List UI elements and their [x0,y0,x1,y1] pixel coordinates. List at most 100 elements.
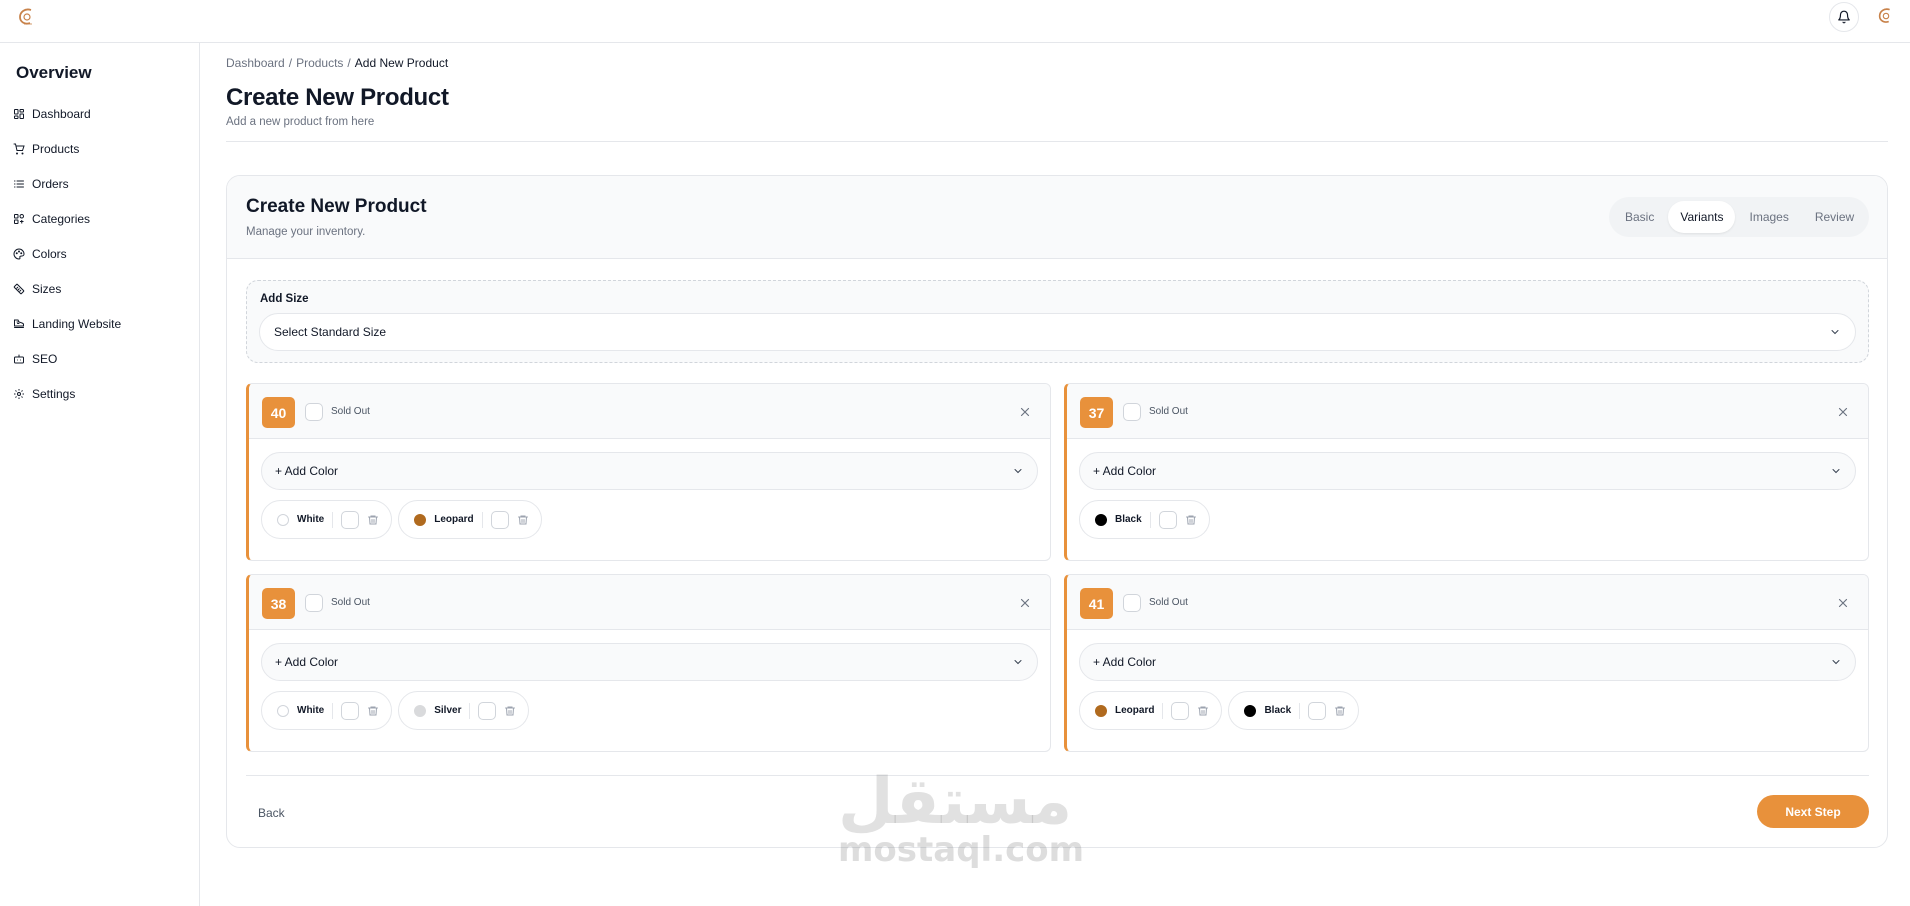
bell-icon [1838,10,1850,24]
sidebar-item-dashboard[interactable]: Dashboard [13,96,121,131]
standard-size-select[interactable]: Select Standard Size [259,313,1856,351]
color-chip-white: White [261,500,393,539]
list-icon [14,180,24,187]
trash-icon[interactable] [504,705,516,717]
page-subtitle: Add a new product from here [226,116,375,128]
step-tabs: Basic Variants Images Review [1609,197,1869,237]
notifications-button[interactable] [1829,2,1859,32]
color-swatch [277,704,289,717]
add-color-dropdown[interactable]: + Add Color [261,643,1038,681]
color-swatch [1095,704,1107,717]
size-badge: 41 [1080,588,1113,619]
close-icon[interactable] [1018,596,1032,610]
sold-out-checkbox[interactable] [1123,403,1141,421]
size-badge: 37 [1080,397,1113,428]
page-title: Create New Product [226,84,449,111]
add-color-dropdown[interactable]: + Add Color [1079,643,1856,681]
ruler-icon [13,283,25,294]
variant-header: 38 Sold Out [249,575,1050,630]
close-icon[interactable] [1836,596,1850,610]
sidebar-item-label: Colors [32,246,67,261]
color-swatch [1244,704,1257,717]
trash-icon[interactable] [1197,705,1209,717]
breadcrumb: Dashboard / Products / Add New Product [226,56,448,70]
back-button[interactable]: Back [258,806,285,820]
sidebar-item-orders[interactable]: Orders [13,166,121,201]
tab-variants[interactable]: Variants [1668,201,1736,233]
sidebar-item-categories[interactable]: Categories [13,201,121,236]
sold-out-checkbox[interactable] [1123,594,1141,612]
color-sold-out-checkbox[interactable] [1171,701,1190,720]
close-icon[interactable] [1836,405,1850,419]
breadcrumb-dashboard[interactable]: Dashboard [226,56,285,70]
gear-icon [14,388,24,399]
sold-out-label: Sold Out [1149,597,1188,608]
sidebar-item-label: Products [32,141,80,156]
next-step-button[interactable]: Next Step [1757,795,1869,828]
sidebar-item-label: Dashboard [32,106,91,121]
sidebar-item-colors[interactable]: Colors [13,236,121,271]
color-name: Black [1115,514,1142,525]
color-name: Leopard [1115,705,1155,716]
color-sold-out-checkbox[interactable] [341,701,360,720]
color-sold-out-checkbox[interactable] [1308,701,1327,720]
add-size-section: Add Size Select Standard Size [246,280,1869,363]
trash-icon[interactable] [517,514,529,526]
product-form-card: Create New Product Manage your inventory… [226,175,1888,848]
color-chip-white: White [261,691,393,730]
trash-icon[interactable] [367,514,379,526]
sidebar-item-seo[interactable]: SEO [13,341,121,376]
card-header: Create New Product Manage your inventory… [227,176,1887,259]
add-size-label: Add Size [260,293,309,305]
color-chip-leopard: Leopard [398,500,542,539]
sidebar-item-landing-website[interactable]: Landing Website [13,306,121,341]
sidebar-item-settings[interactable]: Settings [13,376,121,411]
palette-icon [13,247,25,260]
trash-icon[interactable] [367,705,379,717]
size-badge: 40 [262,397,295,428]
variant-card-size-41: 41 Sold Out + Add Color Leopard Black [1064,574,1869,752]
sidebar-item-label: Orders [32,176,69,191]
chip-divider [481,511,483,528]
tab-basic[interactable]: Basic [1613,201,1666,233]
sold-out-label: Sold Out [331,406,370,417]
sidebar-item-label: Landing Website [32,316,122,331]
variant-card-size-38: 38 Sold Out + Add Color White Silver [246,574,1051,752]
footer-divider [246,775,1869,776]
sold-out-checkbox[interactable] [305,594,323,612]
categories-icon [14,213,24,224]
size-badge: 38 [262,588,295,619]
tab-images[interactable]: Images [1737,201,1800,233]
color-chip-leopard: Leopard [1079,691,1223,730]
variant-header: 40 Sold Out [249,384,1050,439]
variant-card-size-37: 37 Sold Out + Add Color Black [1064,383,1869,561]
color-sold-out-checkbox[interactable] [341,510,360,529]
sold-out-label: Sold Out [331,597,370,608]
add-color-dropdown[interactable]: + Add Color [1079,452,1856,490]
brand-logo-icon[interactable] [16,6,38,28]
color-chips: White Leopard [261,500,542,539]
sidebar-item-products[interactable]: Products [13,131,121,166]
breadcrumb-products[interactable]: Products [296,56,343,70]
color-name: Silver [434,705,462,716]
chip-divider [1162,702,1164,719]
sidebar-item-sizes[interactable]: Sizes [13,271,121,306]
color-sold-out-checkbox[interactable] [490,510,509,529]
color-sold-out-checkbox[interactable] [1158,510,1177,529]
tab-review[interactable]: Review [1803,201,1866,233]
header-divider [226,141,1888,142]
avatar[interactable] [1876,6,1896,26]
color-name: Leopard [434,514,474,525]
trash-icon[interactable] [1334,705,1346,717]
size-select-value: Select Standard Size [274,325,387,339]
add-color-dropdown[interactable]: + Add Color [261,452,1038,490]
color-swatch [414,704,427,717]
color-sold-out-checkbox[interactable] [478,701,497,720]
trash-icon[interactable] [1185,514,1197,526]
close-icon[interactable] [1018,405,1032,419]
chip-divider [469,702,471,719]
breadcrumb-current: Add New Product [354,56,449,70]
sold-out-checkbox[interactable] [305,403,323,421]
variant-card-size-40: 40 Sold Out + Add Color White Leopard [246,383,1051,561]
sidebar: Overview Dashboard Products Orders Categ… [0,43,200,906]
